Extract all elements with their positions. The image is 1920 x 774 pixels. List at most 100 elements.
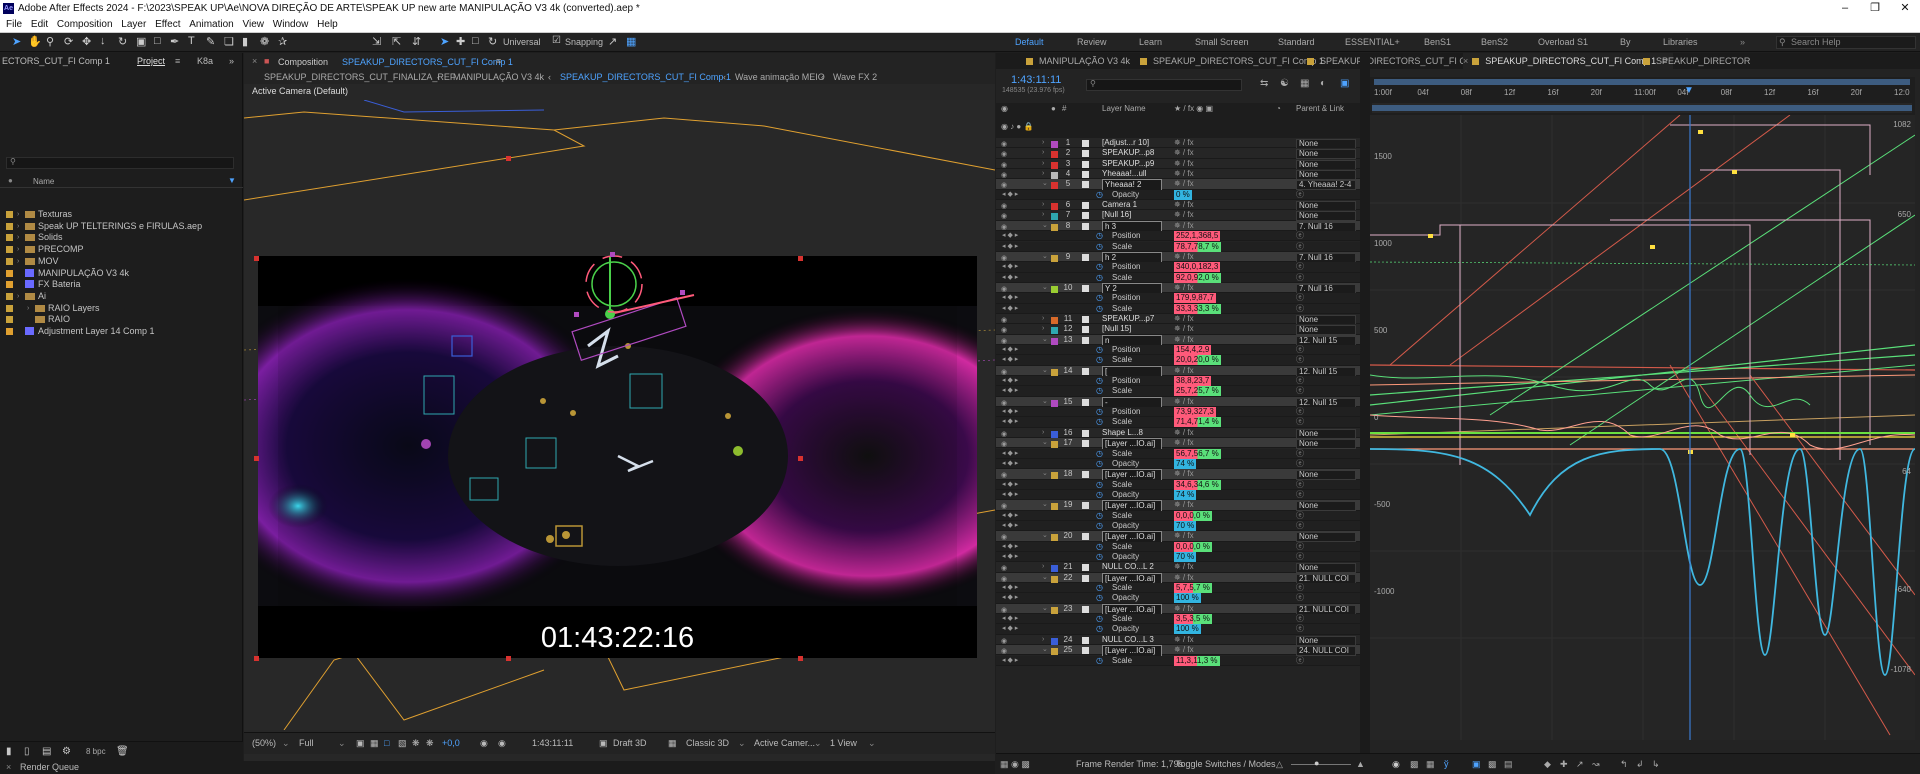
- snapping-checkbox[interactable]: ☑: [552, 35, 561, 46]
- show-properties-icon[interactable]: ◉: [1392, 754, 1400, 774]
- expression-pickwhip-icon[interactable]: ⓔ: [1296, 624, 1304, 634]
- auto-bezier-icon[interactable]: ↝: [1592, 754, 1600, 774]
- layer-row[interactable]: ◉ ⌄ 8 h 3 ✵ / fx 7. Null 16: [996, 220, 1360, 233]
- stopwatch-icon[interactable]: ◷: [1096, 656, 1103, 666]
- property-row[interactable]: ◂ ◆ ▸ ◷ Scale 33,3,33,3 % ⓔ: [996, 303, 1360, 314]
- layer-row[interactable]: ◉ ⌄ 10 Y 2 ✵ / fx 7. Null 16: [996, 282, 1360, 295]
- roto-tool-icon[interactable]: ❁: [260, 35, 269, 48]
- 3d-select-icon[interactable]: ➤: [440, 35, 449, 48]
- keyframe-nav-icon[interactable]: ◂ ◆ ▸: [1002, 190, 1018, 200]
- stopwatch-icon[interactable]: ◷: [1096, 345, 1103, 355]
- selection-tool-icon[interactable]: ➤: [12, 35, 21, 48]
- parent-link-header[interactable]: Parent & Link: [1296, 103, 1344, 115]
- interpret-footage-icon[interactable]: ▮: [6, 746, 12, 757]
- label-swatch[interactable]: [6, 222, 13, 230]
- graph-editor[interactable]: 1500 1000 500 0 -500 -1000 1082 650 64 -640 -1078: [1370, 115, 1915, 740]
- workspace-default[interactable]: Default: [1015, 37, 1044, 47]
- stopwatch-icon[interactable]: ◷: [1096, 614, 1103, 624]
- menu-file[interactable]: File: [6, 19, 22, 30]
- property-row[interactable]: ◂ ◆ ▸ ◷ Scale 34,6,34,6 % ⓔ: [996, 479, 1360, 490]
- expression-pickwhip-icon[interactable]: ⓔ: [1296, 190, 1304, 200]
- renderer-select[interactable]: Classic 3D: [686, 733, 729, 753]
- stopwatch-icon[interactable]: ◷: [1096, 552, 1103, 562]
- splitter[interactable]: [1360, 53, 1370, 753]
- property-row[interactable]: ◂ ◆ ▸ ◷ Opacity 74 % ⓔ: [996, 489, 1360, 501]
- property-value[interactable]: 340,0,182,3: [1174, 262, 1221, 273]
- keyframe-nav-icon[interactable]: ◂ ◆ ▸: [1002, 593, 1018, 603]
- stopwatch-icon[interactable]: ◷: [1096, 449, 1103, 459]
- breadcrumb-1[interactable]: MANIPULAÇÃO V3 4k: [453, 70, 544, 84]
- property-value[interactable]: 25,7,25,7 %: [1174, 386, 1221, 397]
- new-folder-icon[interactable]: ▯: [24, 746, 30, 757]
- label-swatch[interactable]: [1051, 327, 1058, 335]
- type-tool-icon[interactable]: T: [188, 35, 195, 47]
- fit-all-icon[interactable]: ▩: [1488, 754, 1497, 774]
- layer-switches[interactable]: ✵ / fx: [1174, 169, 1194, 179]
- hand-tool-icon[interactable]: ✋: [28, 35, 42, 48]
- draft-3d-icon[interactable]: ▣: [599, 733, 608, 753]
- orbit-tool-icon[interactable]: ⟳: [64, 35, 73, 48]
- menu-lines-icon[interactable]: ≡: [175, 53, 180, 70]
- layer-switches[interactable]: ✵ / fx: [1174, 366, 1194, 376]
- expression-pickwhip-icon[interactable]: ⓔ: [1296, 511, 1304, 521]
- layer-row[interactable]: ◉ › 12 [Null 15] ✵ / fx None: [996, 324, 1360, 336]
- timeline-tab-4[interactable]: SPEAKUP_DIRECTOR: [1643, 53, 1750, 69]
- expression-pickwhip-icon[interactable]: ⓔ: [1296, 417, 1304, 427]
- twirl-icon[interactable]: ⌄: [1042, 366, 1048, 376]
- property-row[interactable]: ◂ ◆ ▸ ◷ Scale 78,7,78,7 % ⓔ: [996, 241, 1360, 252]
- label-swatch[interactable]: [1051, 316, 1058, 324]
- property-row[interactable]: ◂ ◆ ▸ ◷ Position 179,9,87,7 ⓔ: [996, 293, 1360, 304]
- comp-menu-icon[interactable]: ≡: [496, 56, 501, 66]
- layer-row[interactable]: ◉ ⌄ 15- ✵ / fx 12. Null 15: [996, 396, 1360, 409]
- property-value[interactable]: 92,0,92,0 %: [1174, 272, 1221, 283]
- axis-view-icon[interactable]: ⇵: [412, 35, 421, 48]
- time-zoom-slider[interactable]: [1291, 764, 1351, 765]
- label-swatch[interactable]: [1051, 472, 1058, 480]
- mask-toggle-icon[interactable]: □: [384, 733, 389, 753]
- keyframe-nav-icon[interactable]: ◂ ◆ ▸: [1002, 656, 1018, 666]
- layer-name-header[interactable]: Layer Name: [1102, 103, 1146, 115]
- layer-switches[interactable]: ✵ / fx: [1174, 324, 1194, 334]
- twirl-icon[interactable]: ⌄: [1042, 438, 1048, 448]
- menu-view[interactable]: View: [243, 19, 265, 30]
- label-swatch[interactable]: [1051, 161, 1058, 169]
- property-value[interactable]: 70 %: [1174, 520, 1197, 531]
- layer-switches[interactable]: ✵ / fx: [1174, 138, 1194, 148]
- keyframe-nav-icon[interactable]: ◂ ◆ ▸: [1002, 459, 1018, 469]
- layer-row[interactable]: ◉ ⌄ 14[✵ / fx 12. Null 15: [996, 365, 1360, 378]
- twirl-icon[interactable]: ⌄: [1042, 179, 1048, 189]
- stopwatch-icon[interactable]: ◷: [1096, 355, 1103, 365]
- trash-icon[interactable]: 🗑: [116, 746, 129, 757]
- label-swatch[interactable]: [6, 304, 13, 312]
- exposure-reset-icon[interactable]: ❋: [426, 733, 434, 753]
- layer-switches[interactable]: ✵ / fx: [1174, 200, 1194, 210]
- property-row[interactable]: ◂ ◆ ▸ ◷ Scale 0,0,0,0 % ⓔ: [996, 510, 1360, 521]
- work-area-bar[interactable]: [1374, 79, 1910, 85]
- workspace-bens1[interactable]: BenS1: [1424, 37, 1451, 47]
- magnification-select[interactable]: (50%): [252, 733, 276, 753]
- hold-icon[interactable]: ✚: [1560, 754, 1568, 774]
- keyframe-nav-icon[interactable]: ◂ ◆ ▸: [1002, 583, 1018, 593]
- expression-pickwhip-icon[interactable]: ⓔ: [1296, 656, 1304, 666]
- twirl-icon[interactable]: ›: [1042, 562, 1044, 572]
- stopwatch-icon[interactable]: ◷: [1096, 293, 1103, 303]
- twirl-icon[interactable]: ⌄: [1042, 531, 1048, 541]
- label-swatch[interactable]: [1051, 182, 1058, 190]
- layer-switches[interactable]: ✵ / fx: [1174, 148, 1194, 158]
- expression-pickwhip-icon[interactable]: ⓔ: [1296, 542, 1304, 552]
- expression-pickwhip-icon[interactable]: ⓔ: [1296, 293, 1304, 303]
- property-row[interactable]: ◂ ◆ ▸ ◷ Position 73,9,327,3 ⓔ: [996, 407, 1360, 418]
- stopwatch-icon[interactable]: ◷: [1096, 407, 1103, 417]
- keyframe-nav-icon[interactable]: ◂ ◆ ▸: [1002, 407, 1018, 417]
- 3d-rotate-icon[interactable]: ↻: [488, 35, 497, 48]
- stopwatch-icon[interactable]: ◷: [1096, 490, 1103, 500]
- layer-switches[interactable]: ✵ / fx: [1174, 210, 1194, 220]
- close-comp-icon[interactable]: ×: [252, 56, 257, 66]
- menu-effect[interactable]: Effect: [155, 19, 180, 30]
- label-swatch[interactable]: [1051, 648, 1058, 656]
- new-comp-icon[interactable]: ▤: [42, 746, 51, 757]
- layer-row[interactable]: ◉ › 21 NULL CO...L 2 ✵ / fx None: [996, 562, 1360, 574]
- layer-row[interactable]: ◉ ⌄ 13 n ✵ / fx 12. Null 15: [996, 334, 1360, 347]
- label-swatch[interactable]: [6, 246, 13, 254]
- close-icon[interactable]: ✕: [1890, 0, 1920, 17]
